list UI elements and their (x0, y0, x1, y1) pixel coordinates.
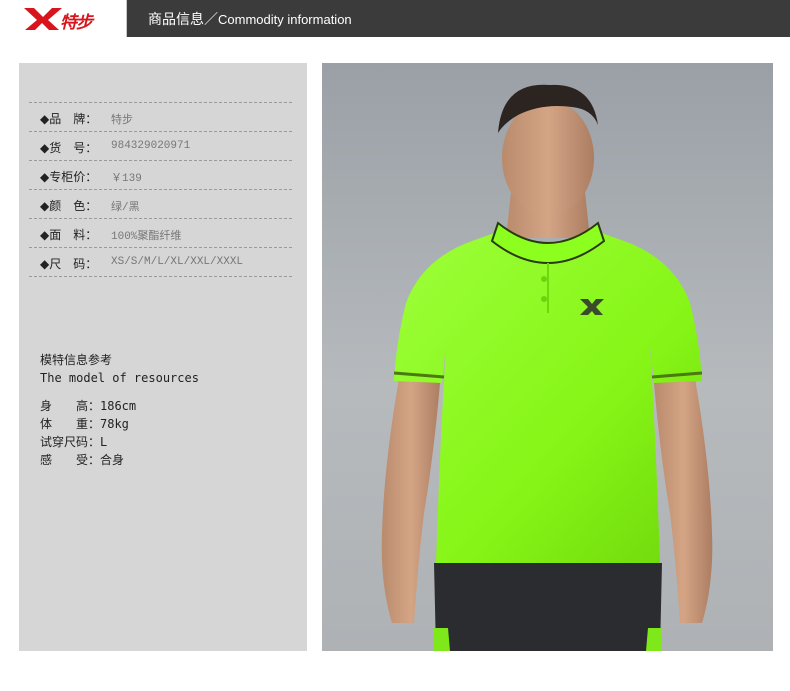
spec-label: ◆品 牌： (40, 112, 98, 126)
spec-value: 984329020971 (111, 140, 191, 152)
product-photo (322, 63, 773, 651)
model-title-cn: 模特信息参考 (40, 353, 113, 367)
spec-value: 特步 (111, 115, 133, 127)
spec-value: 100%聚酯纤维 (111, 231, 182, 243)
spec-row-brand: ◆品 牌： 特步 (29, 102, 292, 131)
spec-row-size: ◆尺 码： XS/S/M/L/XL/XXL/XXXL (29, 247, 292, 277)
section-title-cn: 商品信息／ (148, 12, 218, 28)
spec-row-price: ◆专柜价： ￥139 (29, 160, 292, 189)
model-photo-illustration (381, 84, 713, 651)
model-weight: 体 重：78kg (40, 417, 129, 431)
spec-row-material: ◆面 料： 100%聚酯纤维 (29, 218, 292, 247)
model-info: 模特信息参考 The model of resources 身 高：186cm … (40, 351, 199, 469)
model-title-en: The model of resources (40, 371, 199, 385)
spec-row-color: ◆颜 色： 绿/黑 (29, 189, 292, 218)
spec-value: ￥139 (111, 173, 142, 185)
spec-row-item-number: ◆货 号： 984329020971 (29, 131, 292, 160)
page-header: 特步 商品信息／Commodity information (0, 0, 790, 37)
product-info-panel: ◆品 牌： 特步 ◆货 号： 984329020971 ◆专柜价： ￥139 ◆… (19, 63, 307, 651)
model-size: 试穿尺码：L (40, 435, 108, 449)
spec-value: 绿/黑 (111, 202, 140, 214)
spec-label: ◆颜 色： (40, 199, 98, 213)
section-title: 商品信息／Commodity information (148, 9, 352, 29)
model-fit: 感 受：合身 (40, 453, 125, 467)
spec-value: XS/S/M/L/XL/XXL/XXXL (111, 256, 244, 268)
spec-label: ◆面 料： (40, 228, 98, 242)
model-height: 身 高：186cm (40, 399, 137, 413)
spec-list: ◆品 牌： 特步 ◆货 号： 984329020971 ◆专柜价： ￥139 ◆… (29, 102, 292, 277)
spec-label: ◆专柜价： (40, 170, 98, 184)
brand-logo[interactable]: 特步 (0, 0, 127, 37)
spec-label: ◆货 号： (40, 141, 98, 155)
xtep-logo-icon (24, 8, 62, 30)
brand-name: 特步 (60, 13, 93, 33)
section-title-en: Commodity information (218, 12, 352, 27)
spec-label: ◆尺 码： (40, 257, 98, 271)
